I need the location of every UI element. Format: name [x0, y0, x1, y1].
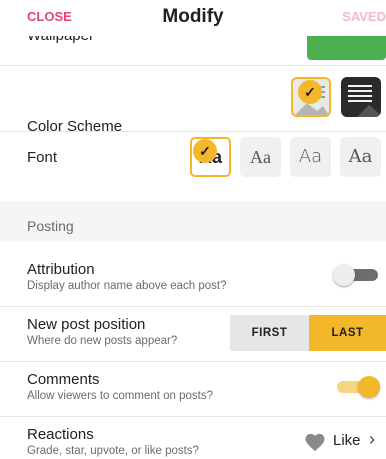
divider	[0, 131, 386, 132]
scheme-preview-dark-icon	[348, 85, 381, 117]
saved-button[interactable]: SAVED	[342, 9, 386, 24]
divider	[0, 65, 386, 66]
reactions-label: Reactions	[27, 426, 94, 443]
page-title: Modify	[162, 6, 224, 27]
font-check-icon: ✓	[193, 139, 217, 163]
divider	[0, 416, 386, 417]
divider	[0, 361, 386, 362]
comments-description: Allow viewers to comment on posts?	[27, 390, 213, 402]
top-bar: CLOSE Modify SAVED	[0, 0, 386, 36]
new-post-position-description: Where do new posts appear?	[27, 335, 178, 347]
new-post-position-label: New post position	[27, 316, 146, 333]
font-option-4[interactable]: Aa	[340, 137, 381, 177]
toggle-thumb	[333, 264, 355, 286]
scheme-check-icon: ✓	[298, 80, 322, 104]
heart-icon	[305, 433, 325, 452]
section-title: Posting	[27, 218, 74, 234]
color-scheme-label: Color Scheme	[27, 118, 123, 135]
divider	[0, 306, 386, 307]
first-option-button[interactable]: FIRST	[230, 315, 309, 351]
chevron-right-icon: ›	[369, 429, 375, 449]
last-option-button[interactable]: LAST	[309, 315, 386, 351]
reactions-description: Grade, star, upvote, or like posts?	[27, 445, 199, 457]
font-option-3[interactable]: Aa	[290, 137, 331, 177]
font-option-2[interactable]: Aa	[240, 137, 281, 177]
attribution-label: Attribution	[27, 261, 95, 278]
comments-label: Comments	[27, 371, 100, 388]
attribution-description: Display author name above each post?	[27, 280, 227, 292]
toggle-thumb	[358, 376, 380, 398]
font-label: Font	[27, 149, 58, 166]
scheme-option-dark[interactable]	[341, 77, 381, 117]
reactions-value: Like	[333, 432, 361, 449]
